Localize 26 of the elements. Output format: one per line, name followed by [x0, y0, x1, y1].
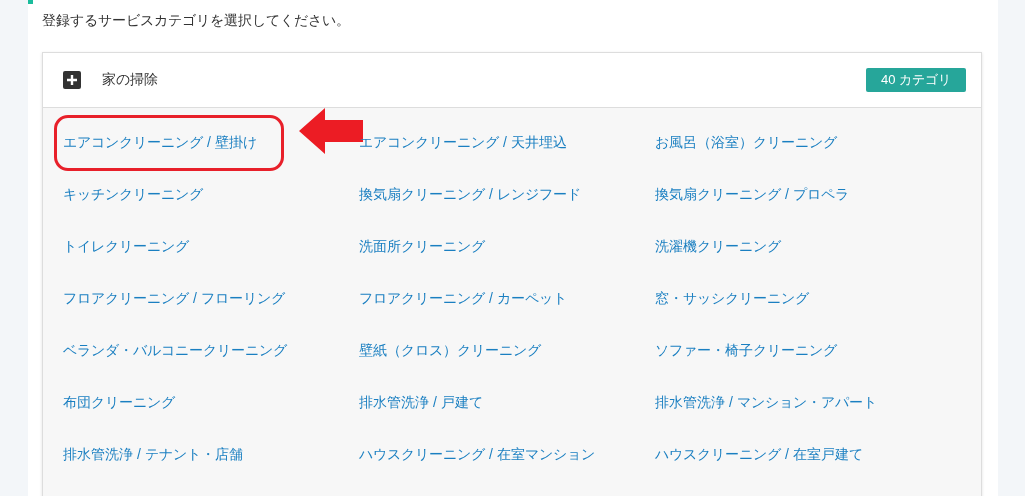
category-link[interactable]: 洗濯機クリーニング [655, 238, 781, 256]
category-link[interactable]: 排水管洗浄 / テナント・店舗 [63, 446, 243, 464]
category-title: 家の掃除 [102, 71, 159, 89]
category-link[interactable]: 排水管洗浄 / 戸建て [359, 394, 483, 412]
category-link[interactable]: キッチンクリーニング [63, 186, 203, 204]
accent-bar [28, 0, 33, 4]
category-link[interactable]: ソファー・椅子クリーニング [655, 342, 837, 360]
category-link[interactable]: 換気扇クリーニング / レンジフード [359, 186, 581, 204]
category-link[interactable]: 布団クリーニング [63, 394, 175, 412]
category-link[interactable]: 洗面所クリーニング [359, 238, 485, 256]
category-link[interactable]: 壁紙（クロス）クリーニング [359, 342, 541, 360]
category-link[interactable]: トイレクリーニング [63, 238, 189, 256]
category-link[interactable]: エアコンクリーニング / 天井埋込 [359, 134, 567, 152]
category-link[interactable]: お風呂（浴室）クリーニング [655, 134, 837, 152]
category-link[interactable]: ハウスクリーニング / 在室マンション [359, 446, 595, 464]
category-link[interactable]: 排水管洗浄 / マンション・アパート [655, 394, 877, 412]
category-link[interactable]: 窓・サッシクリーニング [655, 290, 809, 308]
instruction-text: 登録するサービスカテゴリを選択してください。 [42, 11, 351, 30]
category-link[interactable]: フロアクリーニング / カーペット [359, 290, 567, 308]
category-link[interactable]: ベランダ・バルコニークリーニング [63, 342, 287, 360]
plus-icon[interactable] [63, 71, 81, 89]
category-link[interactable]: エアコンクリーニング / 壁掛け [63, 134, 257, 152]
category-link[interactable]: ハウスクリーニング / 在室戸建て [655, 446, 863, 464]
category-link[interactable]: フロアクリーニング / フローリング [63, 290, 285, 308]
category-link[interactable]: 換気扇クリーニング / プロペラ [655, 186, 849, 204]
count-badge: 40 カテゴリ [866, 68, 966, 92]
